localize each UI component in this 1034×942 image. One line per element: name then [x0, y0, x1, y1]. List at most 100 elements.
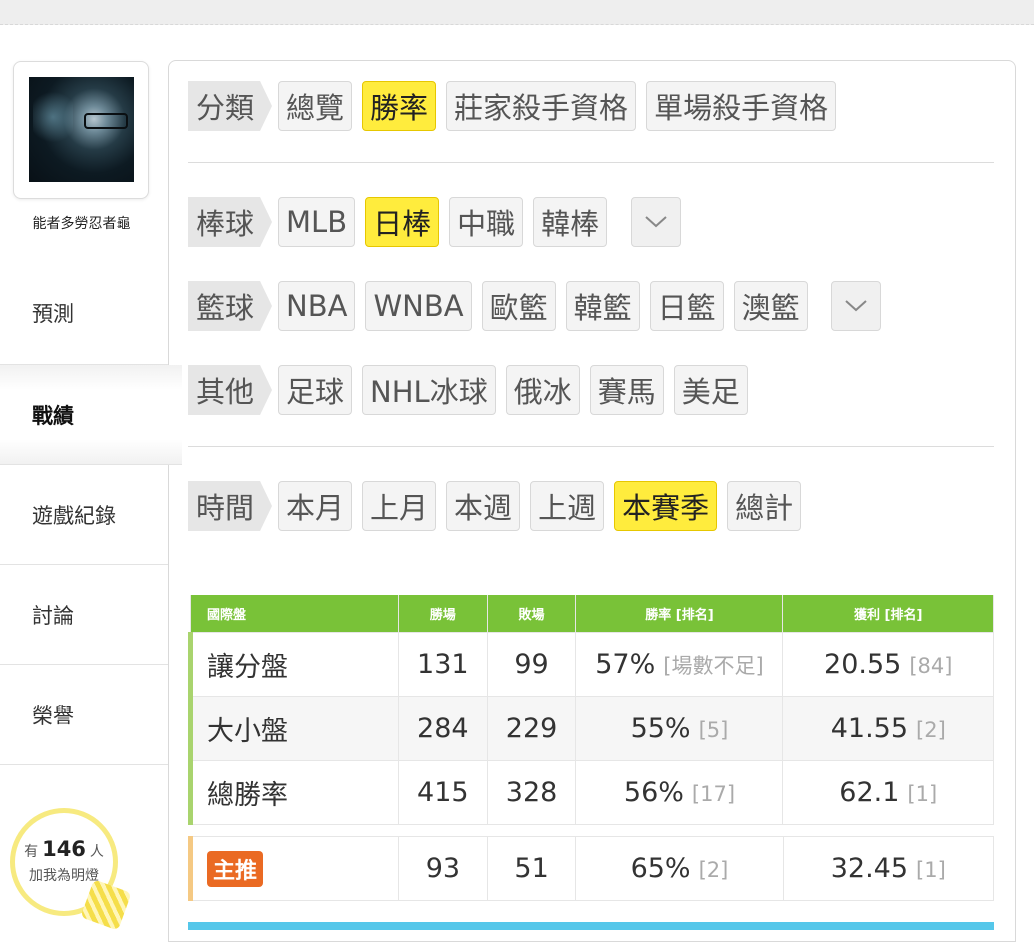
basketball-more-button[interactable]	[830, 281, 881, 331]
chevron-down-icon	[844, 300, 867, 312]
username[interactable]: 能者多勞忍者龜	[0, 213, 163, 233]
chip-australia-basketball[interactable]: 澳籃	[733, 281, 808, 331]
wins-cell: 415	[397, 760, 488, 825]
chip-soccer[interactable]: 足球	[278, 365, 353, 415]
header-profit: 獲利 [排名]	[782, 595, 994, 633]
main-pick-table: 主推 93 51 65% [2] 32.45 [1]	[187, 836, 995, 901]
table-row: 總勝率 415 328 56% [17] 62.1 [1]	[188, 760, 994, 825]
main-pick-row: 主推 93 51 65% [2] 32.45 [1]	[187, 836, 995, 901]
profit-cell: 62.1 [1]	[782, 760, 994, 825]
losses-cell: 51	[486, 836, 577, 901]
filter-label-basketball: 籃球	[188, 281, 272, 331]
chip-korea-basketball[interactable]: 韓籃	[565, 281, 640, 331]
profit-rank: [84]	[909, 654, 953, 678]
filter-row-category: 分類 總覽 勝率 莊家殺手資格 單場殺手資格	[188, 81, 846, 131]
chip-this-week[interactable]: 本週	[446, 481, 521, 531]
profit-value: 32.45	[830, 853, 909, 884]
avatar-glasses	[84, 113, 128, 129]
chip-kbo[interactable]: 韓棒	[533, 197, 608, 247]
fan-count: 146	[42, 837, 86, 861]
main-pick-badge: 主推	[207, 850, 264, 887]
chip-last-week[interactable]: 上週	[530, 481, 605, 531]
next-table-header	[188, 922, 994, 930]
nav-item-predict[interactable]: 預測	[0, 262, 168, 365]
fan-count-line: 有 146 人	[15, 837, 113, 861]
chip-cpbl[interactable]: 中職	[449, 197, 524, 247]
filter-row-basketball: 籃球 NBA WNBA 歐籃 韓籃 日籃 澳籃	[188, 281, 881, 331]
chip-mlb[interactable]: MLB	[278, 197, 356, 247]
avatar-frame[interactable]	[13, 61, 149, 199]
chip-japan-basketball[interactable]: 日籃	[649, 281, 724, 331]
win-rate-rank: [17]	[691, 782, 736, 806]
nav-item-record[interactable]: 戰績	[0, 365, 182, 465]
profit-rank: [2]	[916, 718, 946, 742]
header-wins: 勝場	[397, 595, 488, 633]
fan-prefix: 有	[24, 844, 39, 860]
market-type: 大小盤	[188, 696, 399, 761]
chip-this-month[interactable]: 本月	[278, 481, 353, 531]
win-rate-rank: [場數不足]	[663, 654, 764, 678]
chip-horse-racing[interactable]: 賽馬	[589, 365, 664, 415]
main-pick-cell: 主推	[187, 836, 400, 901]
chip-this-season[interactable]: 本賽季	[614, 481, 718, 531]
header-market: 國際盤	[190, 595, 399, 633]
table-header-row: 國際盤 勝場 敗場 勝率 [排名] 獲利 [排名]	[190, 595, 994, 633]
profit-cell: 41.55 [2]	[782, 696, 994, 761]
wins-cell: 284	[397, 696, 488, 761]
chip-russia-hockey[interactable]: 俄冰	[505, 365, 580, 415]
header-win-rate: 勝率 [排名]	[575, 595, 784, 633]
win-rate-value: 65%	[630, 853, 691, 884]
losses-cell: 99	[486, 632, 577, 697]
table-row: 大小盤 284 229 55% [5] 41.55 [2]	[188, 696, 994, 761]
win-rate-value: 55%	[630, 713, 691, 744]
win-rate-value: 57%	[595, 649, 656, 680]
market-type: 讓分盤	[188, 632, 399, 697]
filter-label-category: 分類	[188, 81, 272, 131]
chip-wnba[interactable]: WNBA	[365, 281, 472, 331]
win-rate-cell: 56% [17]	[575, 760, 784, 825]
filter-label-baseball: 棒球	[188, 197, 272, 247]
filter-label-other: 其他	[188, 365, 272, 415]
nav-item-honors[interactable]: 榮譽	[0, 665, 168, 765]
win-rate-cell: 65% [2]	[575, 836, 784, 901]
divider	[188, 446, 994, 447]
avatar-spatter	[33, 87, 73, 147]
win-rate-cell: 55% [5]	[575, 696, 784, 761]
losses-cell: 229	[486, 696, 577, 761]
fan-suffix: 人	[89, 844, 104, 860]
chip-npb[interactable]: 日棒	[365, 197, 440, 247]
profit-value: 41.55	[830, 713, 909, 744]
wins-cell: 93	[398, 836, 488, 901]
avatar	[29, 77, 134, 182]
filter-row-other: 其他 足球 NHL冰球 俄冰 賽馬 美足	[188, 365, 758, 415]
chip-banker-killer[interactable]: 莊家殺手資格	[446, 81, 637, 131]
chip-american-football[interactable]: 美足	[673, 365, 748, 415]
table-row: 讓分盤 131 99 57% [場數不足] 20.55 [84]	[188, 632, 994, 697]
divider	[188, 162, 994, 163]
chip-overview[interactable]: 總覽	[278, 81, 353, 131]
nav-item-discussion[interactable]: 討論	[0, 565, 168, 665]
chip-total[interactable]: 總計	[727, 481, 802, 531]
filter-row-time: 時間 本月 上月 本週 上週 本賽季 總計	[188, 481, 811, 531]
win-rate-value: 56%	[623, 777, 684, 808]
chip-nhl[interactable]: NHL冰球	[362, 365, 496, 415]
wins-cell: 131	[397, 632, 488, 697]
chip-euro-basketball[interactable]: 歐籃	[481, 281, 556, 331]
page-top-edge	[0, 0, 1034, 25]
stats-table: 國際盤 勝場 敗場 勝率 [排名] 獲利 [排名] 讓分盤 131 99 57%…	[188, 595, 994, 825]
nav-item-game-log[interactable]: 遊戲紀錄	[0, 465, 168, 565]
chip-win-rate[interactable]: 勝率	[362, 81, 437, 131]
chip-last-month[interactable]: 上月	[362, 481, 437, 531]
chip-nba[interactable]: NBA	[278, 281, 356, 331]
win-rate-rank: [2]	[698, 858, 729, 882]
chip-single-killer[interactable]: 單場殺手資格	[646, 81, 837, 131]
profit-value: 62.1	[839, 777, 900, 808]
profit-cell: 20.55 [84]	[782, 632, 994, 697]
filter-row-baseball: 棒球 MLB 日棒 中職 韓棒	[188, 197, 682, 247]
baseball-more-button[interactable]	[631, 197, 682, 247]
filter-label-time: 時間	[188, 481, 272, 531]
side-nav: 預測 戰績 遊戲紀錄 討論 榮譽	[0, 262, 182, 765]
win-rate-rank: [5]	[698, 718, 729, 742]
market-type: 總勝率	[188, 760, 399, 825]
losses-cell: 328	[486, 760, 577, 825]
